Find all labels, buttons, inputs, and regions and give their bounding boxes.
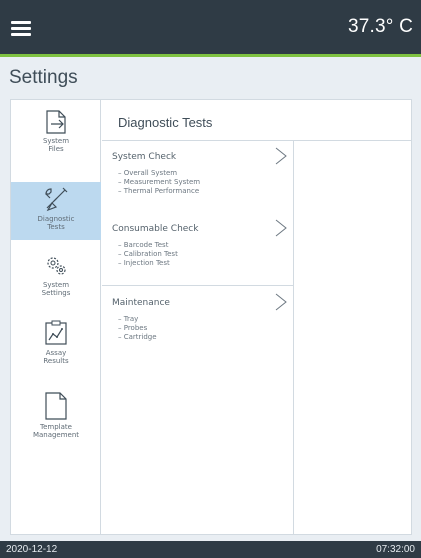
- list-item: – Cartridge: [118, 333, 157, 341]
- gears-icon: [47, 257, 66, 275]
- settings-sidebar: System Files Diagnostic Tests System Set…: [11, 100, 101, 534]
- settings-panel: System Files Diagnostic Tests System Set…: [10, 99, 412, 535]
- list-item: – Tray: [118, 315, 139, 323]
- list-item: – Thermal Performance: [118, 187, 200, 195]
- list-item: – Overall System: [118, 169, 178, 177]
- diagnostic-tests-pane: Diagnostic Tests System Check – Overall …: [102, 100, 411, 534]
- group-title: Consumable Check: [112, 224, 199, 234]
- list-item: – Probes: [118, 324, 148, 332]
- hamburger-menu-icon[interactable]: [11, 19, 31, 37]
- page-title: Settings: [9, 67, 78, 88]
- list-item: – Measurement System: [118, 178, 201, 186]
- content-area: Settings System Files Diagnostic Tests S…: [0, 57, 421, 541]
- file-export-icon: [46, 110, 66, 134]
- status-date: 2020-12-12: [6, 544, 58, 555]
- sidebar-item-label: System Settings: [41, 281, 71, 297]
- chevron-right-icon[interactable]: [273, 147, 289, 165]
- group-maintenance[interactable]: Maintenance – Tray – Probes – Cartridge: [102, 287, 293, 359]
- status-bar: 2020-12-12 07:32:00: [0, 541, 421, 558]
- sidebar-item-label: Assay Results: [43, 349, 69, 365]
- sidebar-item-diagnostic-tests[interactable]: Diagnostic Tests: [11, 182, 101, 240]
- group-system-check[interactable]: System Check – Overall System – Measurem…: [102, 141, 293, 213]
- list-item: – Injection Test: [118, 259, 170, 267]
- group-title: Maintenance: [112, 298, 170, 308]
- sidebar-item-assay-results[interactable]: Assay Results: [11, 320, 101, 380]
- sidebar-item-label: Diagnostic Tests: [37, 215, 75, 231]
- chevron-right-icon[interactable]: [273, 219, 289, 237]
- chevron-right-icon[interactable]: [273, 293, 289, 311]
- list-item: – Calibration Test: [118, 250, 178, 258]
- top-bar: 37.3° C: [0, 0, 421, 57]
- tools-icon: [45, 187, 68, 212]
- group-consumable-check[interactable]: Consumable Check – Barcode Test – Calibr…: [102, 213, 293, 286]
- sidebar-item-system-settings[interactable]: System Settings: [11, 252, 101, 310]
- chart-clipboard-icon: [45, 320, 67, 345]
- sidebar-item-system-files[interactable]: System Files: [11, 110, 101, 172]
- group-title: System Check: [112, 152, 177, 162]
- section-title: Diagnostic Tests: [118, 115, 213, 130]
- document-icon: [45, 392, 67, 420]
- sidebar-item-label: Template Management: [32, 423, 80, 439]
- temperature-readout: 37.3° C: [348, 16, 413, 37]
- list-item: – Barcode Test: [118, 241, 169, 249]
- status-time: 07:32:00: [376, 544, 415, 555]
- sidebar-item-label: System Files: [42, 137, 70, 153]
- test-list: System Check – Overall System – Measurem…: [102, 141, 294, 534]
- sidebar-item-template-management[interactable]: Template Management: [11, 392, 101, 460]
